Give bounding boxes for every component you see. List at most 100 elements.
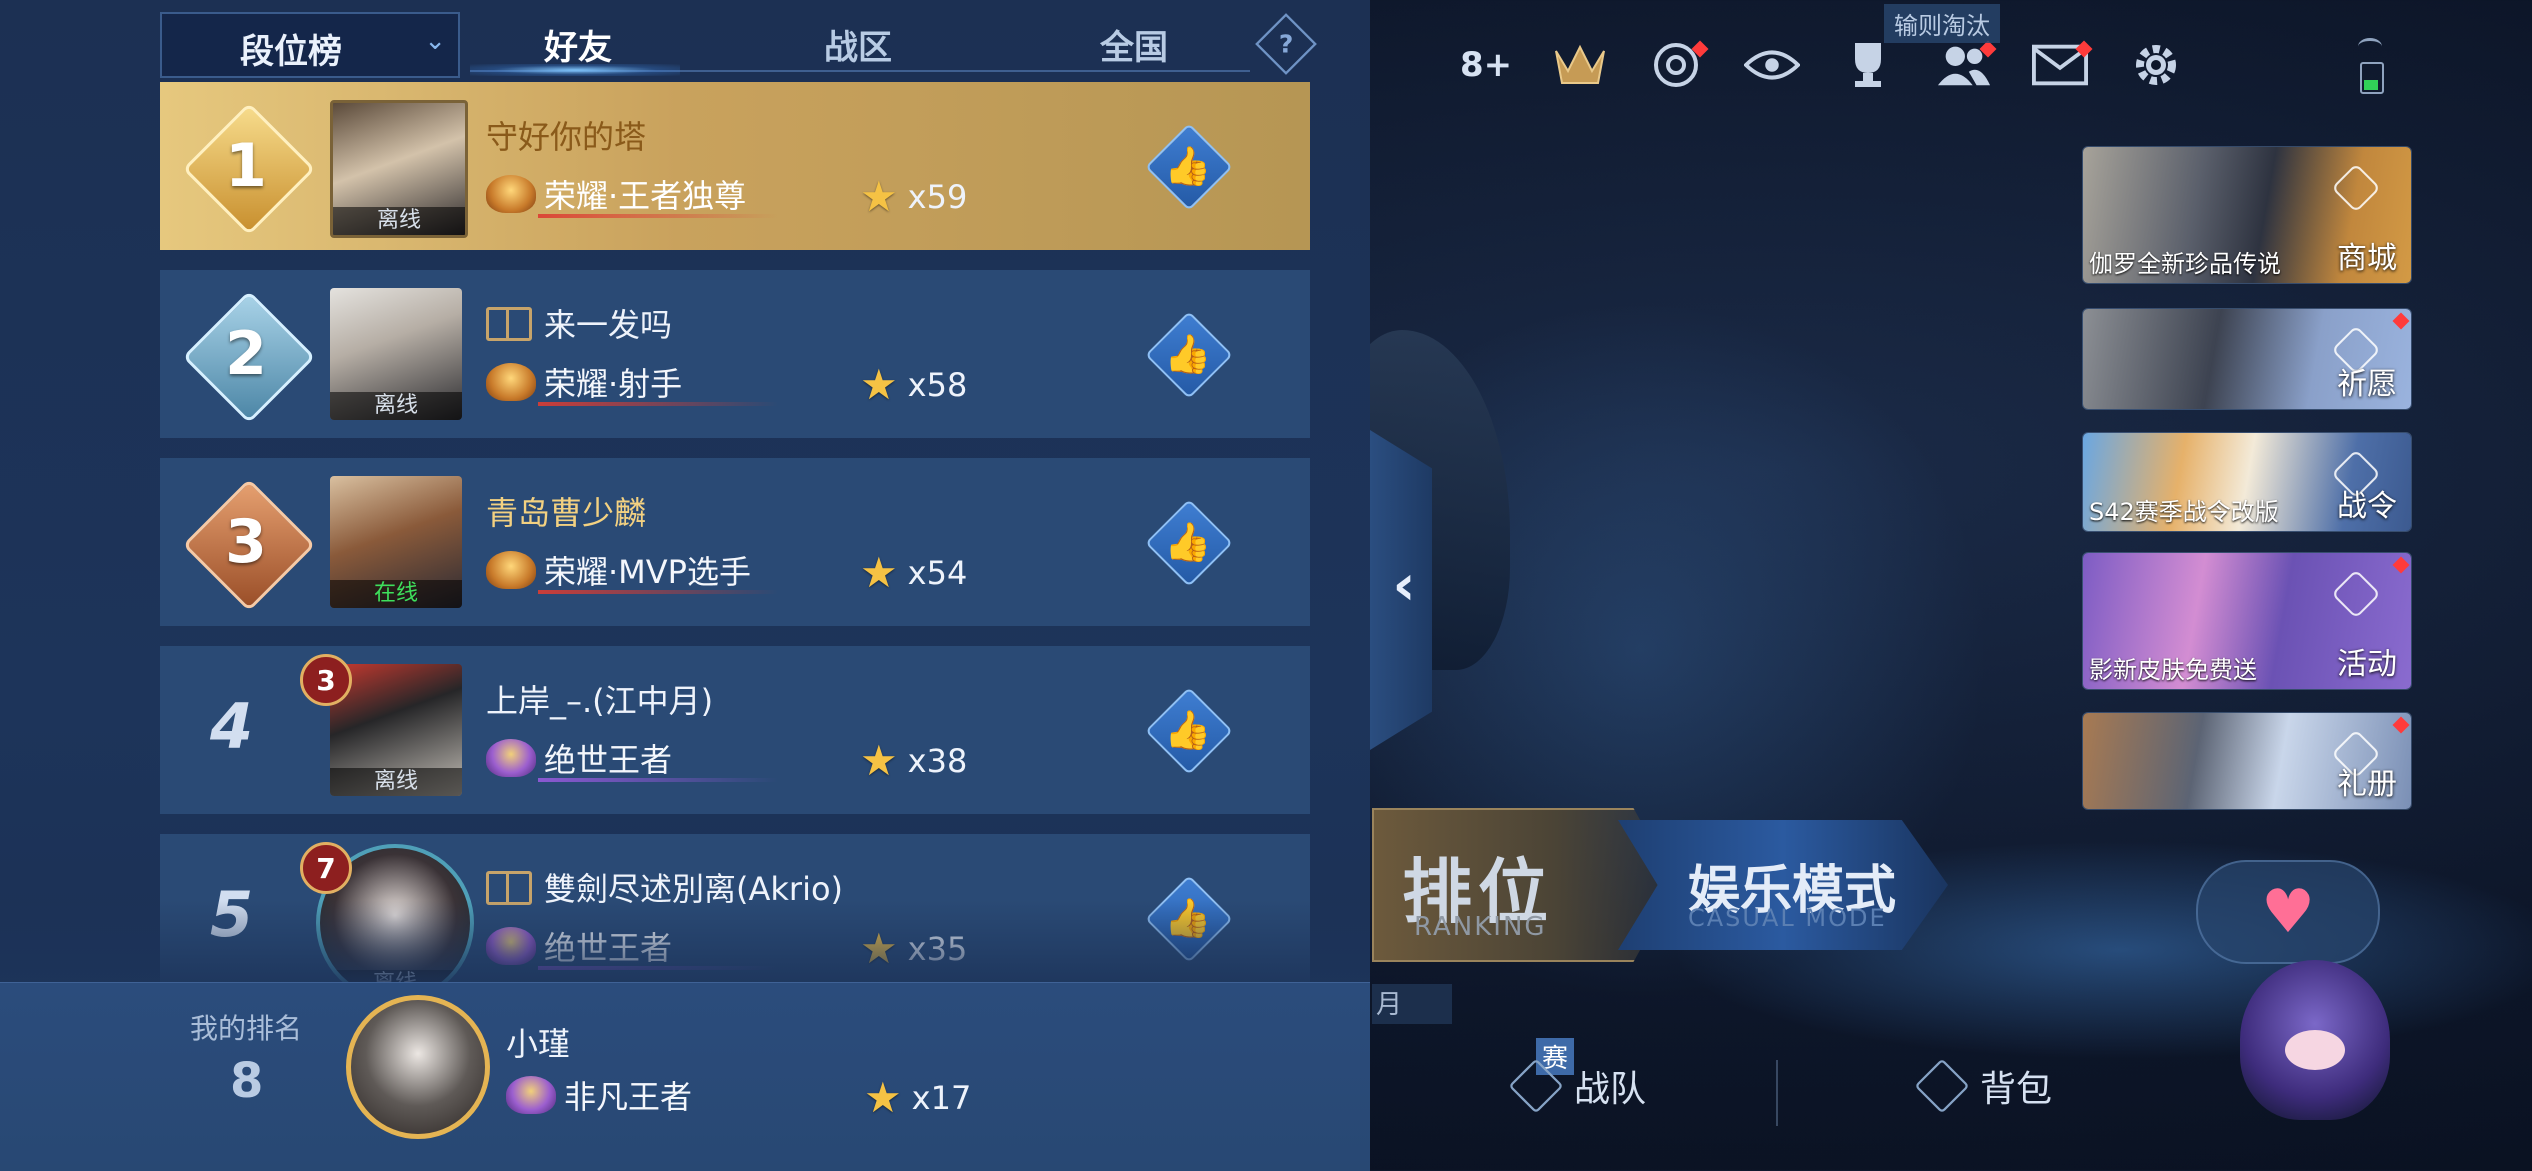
bag-icon xyxy=(1914,1058,1970,1114)
mail-icon[interactable] xyxy=(2032,37,2093,93)
rank-number: 5 xyxy=(210,878,254,951)
avatar[interactable]: 离线 xyxy=(330,100,468,238)
collapse-panel-button[interactable]: ‹ xyxy=(1376,540,1432,630)
tier-text: 荣耀·MVP选手 xyxy=(544,553,751,591)
leaderboard-row[interactable]: 5 离线 7 雙劍尽述別离(Akrio) 绝世王者 ★ x35 👍 xyxy=(160,834,1310,1002)
help-button[interactable]: ? xyxy=(1255,13,1317,75)
star-count: ★ x54 xyxy=(860,548,967,597)
my-player-name: 小瑾 xyxy=(506,1025,571,1063)
bag-button[interactable]: 背包 xyxy=(1914,1058,2052,1114)
tier-underline xyxy=(538,590,778,594)
chevron-down-icon: ⌄ xyxy=(424,26,446,56)
leaderboard-panel: 段位榜 ⌄ 好友 战区 全国 ? 1 离线 守好你的塔 荣耀·王者独尊 ★ x5… xyxy=(0,0,1370,1171)
star-value: x58 xyxy=(907,365,968,404)
star-icon: ★ xyxy=(860,548,898,597)
star-icon: ★ xyxy=(860,736,898,785)
like-button[interactable]: 👍 xyxy=(1145,687,1233,775)
tier-emblem-icon xyxy=(506,1076,556,1114)
gear-icon[interactable] xyxy=(2128,37,2184,93)
thumbs-up-icon: 👍 xyxy=(1164,331,1212,376)
star-icon: ★ xyxy=(864,1073,902,1122)
rank-badge-silver: 2 xyxy=(178,286,316,424)
tier-underline xyxy=(538,778,778,782)
tier-text: 绝世王者 xyxy=(544,929,673,967)
avatar[interactable]: 离线 xyxy=(330,288,462,420)
side-panel-label: 战令 xyxy=(2337,489,2397,524)
heart-icon: ♥ xyxy=(2261,877,2315,947)
my-rank-number: 8 xyxy=(230,1053,264,1109)
friends-icon[interactable] xyxy=(1936,37,1997,93)
leaderboard-row[interactable]: 1 离线 守好你的塔 荣耀·王者独尊 ★ x59 👍 xyxy=(160,82,1310,250)
leaderboard-row[interactable]: 3 在线 青岛曹少麟 荣耀·MVP选手 ★ x54 👍 xyxy=(160,458,1310,626)
tier-underline xyxy=(538,966,778,970)
rank-number: 1 xyxy=(225,131,267,201)
side-panel-event[interactable]: 影新皮肤免费送 活动 xyxy=(2082,552,2412,690)
tier-text: 绝世王者 xyxy=(544,741,673,779)
player-name: 雙劍尽述別离(Akrio) xyxy=(544,870,844,908)
thumbs-up-icon: 👍 xyxy=(1164,519,1212,564)
tier-underline xyxy=(538,214,778,218)
target-icon[interactable] xyxy=(1648,37,1709,93)
top-bar: 8+ xyxy=(1460,30,2184,100)
stub-tag: 月 xyxy=(1372,984,1452,1024)
mascot-character[interactable] xyxy=(2240,960,2390,1120)
casual-mode-button[interactable]: 娱乐模式 CASUAL MODE xyxy=(1618,820,1948,950)
trophy-icon[interactable] xyxy=(1840,37,1896,93)
tier-emblem-icon xyxy=(486,927,536,965)
my-avatar[interactable] xyxy=(346,995,490,1139)
star-value: x59 xyxy=(907,177,968,216)
tier-label: 绝世王者 xyxy=(486,736,778,782)
side-panel-label: 活动 xyxy=(2337,647,2397,682)
player-name: 青岛曹少麟 xyxy=(486,494,647,532)
star-value: x17 xyxy=(911,1078,972,1117)
help-icon: ? xyxy=(1278,29,1294,59)
team-button[interactable]: 战队 xyxy=(1508,1058,1647,1114)
level-badge: 3 xyxy=(300,654,352,706)
side-panel-battle-pass[interactable]: S42赛季战令改版 战令 xyxy=(2082,432,2412,532)
like-button[interactable]: 👍 xyxy=(1145,499,1233,587)
eye-icon[interactable] xyxy=(1744,37,1801,93)
casual-sublabel: CASUAL MODE xyxy=(1688,904,1887,932)
like-button[interactable]: 👍 xyxy=(1145,875,1233,963)
tier-text: 荣耀·王者独尊 xyxy=(544,177,747,215)
my-star-count: ★ x17 xyxy=(864,1073,971,1122)
tooltip-label: 输则淘汰 xyxy=(1884,4,2000,43)
star-icon: ★ xyxy=(860,924,898,973)
tier-text: 非凡王者 xyxy=(564,1078,693,1116)
team-icon xyxy=(1508,1058,1564,1114)
my-rank-label: 我的排名 xyxy=(190,1012,303,1045)
ranked-sublabel: RANKING xyxy=(1414,912,1547,942)
thumbs-up-icon: 👍 xyxy=(1164,143,1212,188)
player-name-wrap: 来一发吗 xyxy=(486,300,672,346)
star-icon: ★ xyxy=(860,360,898,409)
my-rank-bar: 我的排名 8 小瑾 非凡王者 ★ x17 xyxy=(0,982,1370,1171)
tier-crown-icon[interactable] xyxy=(1552,37,1608,93)
leaderboard-row[interactable]: 4 离线 3 上岸_–.(江中月) 绝世王者 ★ x38 👍 xyxy=(160,646,1310,814)
side-panel-wish[interactable]: 祈愿 xyxy=(2082,308,2412,410)
online-status: 在线 xyxy=(330,580,462,608)
online-status: 离线 xyxy=(330,768,462,796)
battery-signal-icon xyxy=(2350,38,2390,94)
tier-underline xyxy=(538,402,778,406)
side-panel-shop[interactable]: 伽罗全新珍品传说 商城 xyxy=(2082,146,2412,284)
tab-friends[interactable]: 好友 xyxy=(544,20,612,69)
avatar[interactable]: 在线 xyxy=(330,476,462,608)
team-label: 战队 xyxy=(1574,1069,1647,1110)
level-badge: 7 xyxy=(300,842,352,894)
rank-badge-bronze: 3 xyxy=(178,474,316,612)
player-name-wrap: 雙劍尽述別离(Akrio) xyxy=(486,864,843,910)
leaderboard-type-dropdown[interactable]: 段位榜 ⌄ xyxy=(160,12,460,78)
leaderboard-row[interactable]: 2 离线 来一发吗 荣耀·射手 ★ x58 👍 xyxy=(160,270,1310,438)
tier-label: 绝世王者 xyxy=(486,924,778,970)
like-button[interactable]: 👍 xyxy=(1145,311,1233,399)
player-name: 守好你的塔 xyxy=(486,118,647,156)
tier-emblem-icon xyxy=(486,363,536,401)
tab-national[interactable]: 全国 xyxy=(1100,20,1168,69)
side-panel-gift-book[interactable]: 礼册 xyxy=(2082,712,2412,810)
like-button[interactable]: 👍 xyxy=(1145,123,1233,211)
tier-label: 荣耀·射手 xyxy=(486,360,778,406)
player-name: 上岸_–.(江中月) xyxy=(486,682,714,720)
heart-button[interactable]: ♥ xyxy=(2196,860,2380,964)
tab-region[interactable]: 战区 xyxy=(824,20,892,69)
count-label[interactable]: 8+ xyxy=(1460,37,1512,93)
